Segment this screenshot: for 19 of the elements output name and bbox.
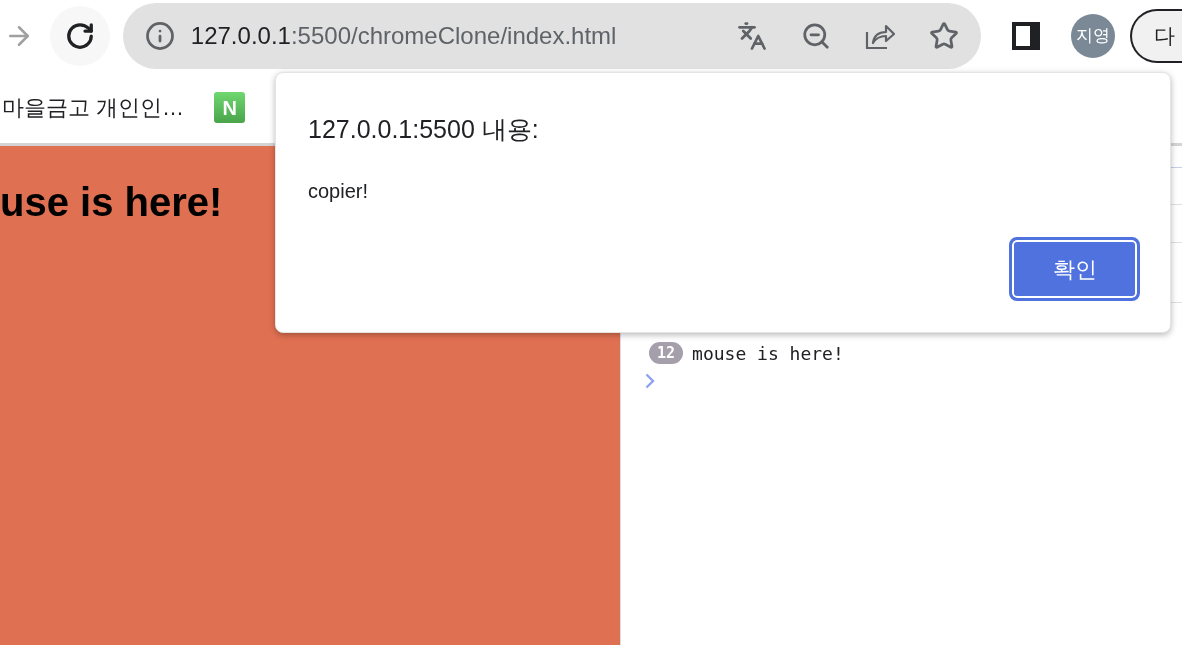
prompt-chevron-icon: [645, 373, 655, 389]
info-icon: [144, 21, 175, 51]
zoom-out-icon: [801, 21, 832, 51]
reload-icon: [64, 21, 95, 51]
message-count-badge: 12: [649, 342, 684, 364]
menu-pill-button[interactable]: 다: [1130, 9, 1182, 63]
star-icon: [929, 21, 960, 51]
address-bar[interactable]: 127.0.0.1:5500/chromeClone/index.html: [122, 3, 982, 69]
share-icon: [865, 22, 896, 50]
dialog-message: copier!: [308, 178, 369, 204]
ok-button[interactable]: 확인: [1009, 237, 1140, 301]
translate-icon: [737, 21, 768, 51]
profile-avatar[interactable]: 지영: [1071, 14, 1116, 58]
side-panel-icon: [1012, 22, 1041, 50]
console-message: mouse is here!: [692, 341, 844, 366]
bookmark-item[interactable]: 마을금고 개인인…: [2, 91, 185, 124]
page-heading: use is here!: [0, 182, 223, 222]
url-text: 127.0.0.1:5500/chromeClone/index.html: [190, 21, 617, 51]
dialog-title: 127.0.0.1:5500 내용:: [308, 114, 539, 145]
